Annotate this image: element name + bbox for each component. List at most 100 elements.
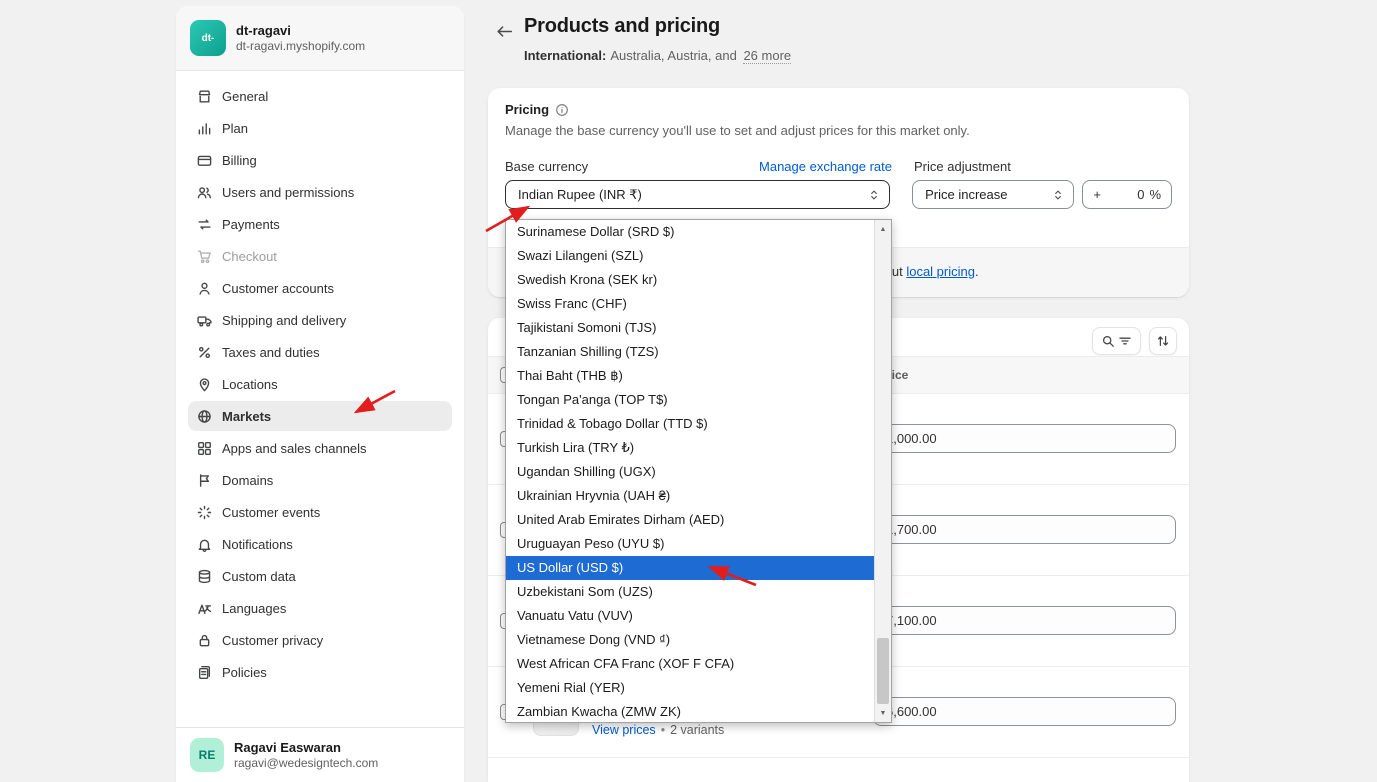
base-currency-value: Indian Rupee (INR ₹)	[518, 187, 642, 203]
users-icon	[196, 185, 213, 200]
sidebar-item-languages[interactable]: Languages	[188, 593, 452, 623]
currency-option[interactable]: United Arab Emirates Dirham (AED)	[506, 508, 874, 532]
sidebar-item-label: Locations	[222, 377, 278, 392]
page-title: Products and pricing	[524, 15, 720, 38]
adjustment-sign: +	[1093, 187, 1101, 202]
adjustment-value: 0	[1101, 187, 1144, 202]
sidebar-item-policies[interactable]: Policies	[188, 657, 452, 687]
account-footer[interactable]: RE Ragavi Easwaran ragavi@wedesigntech.c…	[176, 727, 464, 782]
market-countries: Australia, Austria, and	[610, 48, 736, 63]
sidebar-item-label: Customer privacy	[222, 633, 323, 648]
price-input[interactable]: 6,600.00	[873, 697, 1176, 726]
currency-option[interactable]: West African CFA Franc (XOF F CFA)	[506, 652, 874, 676]
page-subtitle: International: Australia, Austria, and 26…	[524, 48, 791, 63]
pin-icon	[196, 377, 213, 392]
currency-option[interactable]: Vietnamese Dong (VND ₫)	[506, 628, 874, 652]
sidebar-item-general[interactable]: General	[188, 81, 452, 111]
sidebar-item-label: Custom data	[222, 569, 296, 584]
user-avatar: RE	[190, 738, 224, 772]
scroll-down-arrow[interactable]: ▼	[875, 705, 891, 721]
person-icon	[196, 281, 213, 296]
currency-option[interactable]: Tongan Pa'anga (TOP T$)	[506, 388, 874, 412]
cart-icon	[196, 249, 213, 264]
sort-button[interactable]	[1149, 327, 1177, 355]
search-icon	[1101, 334, 1115, 348]
currency-option[interactable]: Yemeni Rial (YER)	[506, 676, 874, 700]
scroll-up-arrow[interactable]: ▲	[875, 221, 891, 237]
bell-icon	[196, 537, 213, 552]
currency-option[interactable]: Swiss Franc (CHF)	[506, 292, 874, 316]
price-input[interactable]: 7,100.00	[873, 606, 1176, 635]
currency-option[interactable]: Tajikistani Somoni (TJS)	[506, 316, 874, 340]
sidebar-item-domains[interactable]: Domains	[188, 465, 452, 495]
currency-option[interactable]: Ukrainian Hryvnia (UAH ₴)	[506, 484, 874, 508]
sidebar-item-customer-accounts[interactable]: Customer accounts	[188, 273, 452, 303]
currency-options-list: Surinamese Dollar (SRD $) Swazi Lilangen…	[506, 220, 874, 722]
currency-option[interactable]: Swazi Lilangeni (SZL)	[506, 244, 874, 268]
policies-icon	[196, 665, 213, 680]
scrollbar-thumb[interactable]	[877, 638, 889, 704]
currency-option[interactable]: Uzbekistani Som (UZS)	[506, 580, 874, 604]
price-input[interactable]: 1,000.00	[873, 424, 1176, 453]
back-button[interactable]	[490, 17, 518, 45]
currency-option[interactable]: Vanuatu Vatu (VUV)	[506, 604, 874, 628]
sidebar-item-users-and-permissions[interactable]: Users and permissions	[188, 177, 452, 207]
percent-icon	[196, 345, 213, 360]
domains-icon	[196, 473, 213, 488]
currency-option[interactable]: Turkish Lira (TRY ₺)	[506, 436, 874, 460]
view-prices-link[interactable]: View prices	[592, 723, 656, 737]
local-pricing-link[interactable]: local pricing	[906, 264, 975, 279]
info-icon[interactable]	[555, 103, 569, 117]
store-switcher[interactable]: dt- dt-ragavi dt-ragavi.myshopify.com	[176, 6, 464, 71]
currency-option[interactable]: Surinamese Dollar (SRD $)	[506, 220, 874, 244]
sidebar-item-billing[interactable]: Billing	[188, 145, 452, 175]
sidebar-item-label: Policies	[222, 665, 267, 680]
sidebar-item-notifications[interactable]: Notifications	[188, 529, 452, 559]
sidebar-item-shipping-and-delivery[interactable]: Shipping and delivery	[188, 305, 452, 335]
market-scope-label: International:	[524, 48, 606, 63]
sidebar-item-taxes-and-duties[interactable]: Taxes and duties	[188, 337, 452, 367]
price-adjustment-type-select[interactable]: Price increase	[912, 180, 1074, 209]
price-input[interactable]: 1,700.00	[873, 515, 1176, 544]
currency-option[interactable]: Swedish Krona (SEK kr)	[506, 268, 874, 292]
events-icon	[196, 505, 213, 520]
sidebar-item-label: Domains	[222, 473, 273, 488]
manage-exchange-rate-link[interactable]: Manage exchange rate	[759, 159, 892, 174]
currency-option[interactable]: Uruguayan Peso (UYU $)	[506, 532, 874, 556]
sidebar-item-locations[interactable]: Locations	[188, 369, 452, 399]
sidebar-item-label: Notifications	[222, 537, 293, 552]
currency-option[interactable]: Ugandan Shilling (UGX)	[506, 460, 874, 484]
sidebar-item-plan[interactable]: Plan	[188, 113, 452, 143]
settings-nav: General Plan Billing Users and permissio…	[176, 71, 464, 727]
currency-option[interactable]: Thai Baht (THB ฿)	[506, 364, 874, 388]
bullet-separator: •	[661, 723, 665, 737]
sidebar-item-markets[interactable]: Markets	[188, 401, 452, 431]
search-filter-button[interactable]	[1092, 327, 1141, 355]
more-countries-link[interactable]: 26 more	[743, 48, 791, 64]
store-name: dt-ragavi	[236, 22, 365, 39]
currency-option[interactable]: Zambian Kwacha (ZMW ZK)	[506, 700, 874, 722]
variant-count: 2 variants	[670, 723, 724, 737]
sidebar-item-checkout[interactable]: Checkout	[188, 241, 452, 271]
base-currency-select[interactable]: Indian Rupee (INR ₹)	[505, 180, 890, 209]
sidebar-item-custom-data[interactable]: Custom data	[188, 561, 452, 591]
card-icon	[196, 153, 213, 168]
sidebar-item-apps-and-sales-channels[interactable]: Apps and sales channels	[188, 433, 452, 463]
store-avatar: dt-	[190, 20, 226, 56]
chevron-updown-icon	[1052, 189, 1064, 201]
shopify-admin-settings: dt- dt-ragavi dt-ragavi.myshopify.com Ge…	[0, 0, 1377, 782]
sidebar-item-customer-privacy[interactable]: Customer privacy	[188, 625, 452, 655]
price-adjustment-value-input[interactable]: + 0 %	[1082, 180, 1172, 209]
pricing-description: Manage the base currency you'll use to s…	[505, 123, 1172, 138]
currency-dropdown: Surinamese Dollar (SRD $) Swazi Lilangen…	[505, 219, 892, 723]
currency-option[interactable]: US Dollar (USD $)	[506, 556, 874, 580]
currency-option[interactable]: Trinidad & Tobago Dollar (TTD $)	[506, 412, 874, 436]
sidebar-item-label: Checkout	[222, 249, 277, 264]
sidebar-item-payments[interactable]: Payments	[188, 209, 452, 239]
sort-icon	[1156, 334, 1170, 348]
currency-option[interactable]: Tanzanian Shilling (TZS)	[506, 340, 874, 364]
sidebar-item-label: General	[222, 89, 268, 104]
sidebar-item-customer-events[interactable]: Customer events	[188, 497, 452, 527]
dropdown-scrollbar[interactable]: ▲ ▼	[874, 220, 891, 722]
user-name: Ragavi Easwaran	[234, 739, 378, 756]
